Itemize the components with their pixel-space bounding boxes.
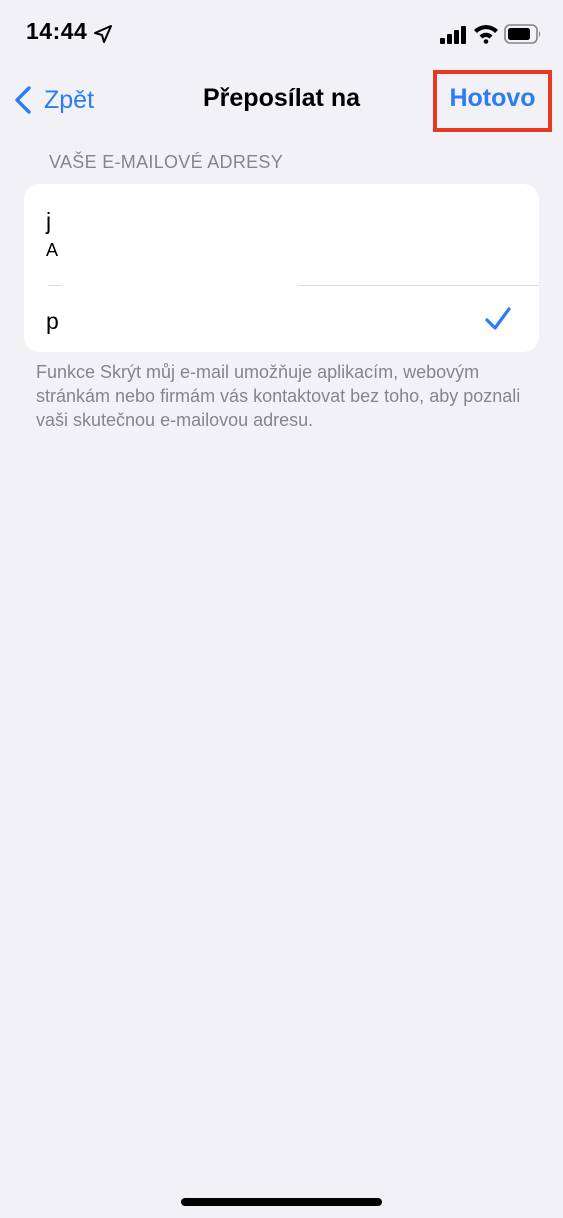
status-bar: 14:44 [0,0,563,70]
status-time: 14:44 [26,18,88,44]
wifi-icon [474,25,498,44]
cellular-signal-icon [440,26,466,44]
navigation-bar: Zpět Přeposílat na Hotovo [0,70,563,132]
email-address-list: j n A p n [24,184,539,352]
section-header: VAŠE E-MAILOVÉ ADRESY [49,152,284,172]
email-text-start: p [46,308,59,334]
checkmark-icon [485,307,511,330]
done-button[interactable]: Hotovo [437,84,548,113]
section-footer: Funkce Skrýt můj e-mail umožňuje aplikac… [36,362,521,430]
battery-icon [504,24,541,44]
email-text-start: j [46,208,52,234]
home-indicator[interactable] [181,1198,382,1206]
email-subtitle: A [46,240,59,260]
redaction-overlay [62,200,298,336]
location-arrow-icon [94,25,112,43]
